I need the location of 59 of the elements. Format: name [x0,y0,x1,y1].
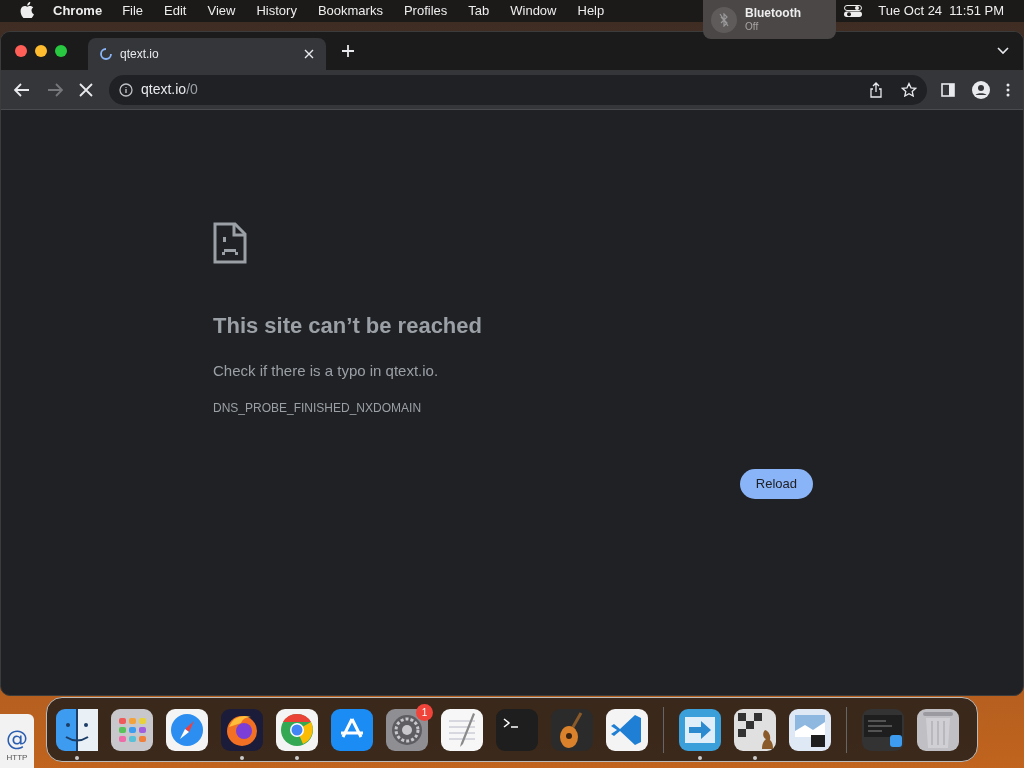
browser-tab[interactable]: qtext.io [88,38,326,70]
guitar-icon[interactable] [551,708,593,751]
more-menu-icon[interactable] [1006,82,1010,97]
photo-viewer-icon[interactable] [789,708,831,751]
close-tab-icon[interactable] [304,49,314,59]
notification-badge: 1 [416,703,433,721]
window-thumbnail-icon[interactable] [862,708,904,751]
tab-search-icon[interactable] [997,47,1009,55]
menu-item[interactable]: View [207,1,236,21]
notification-title: Bluetooth [745,5,801,21]
error-message: Check if there is a typo in qtext.io. [213,361,440,381]
control-center-icon[interactable] [844,5,863,17]
app-store-icon[interactable] [331,708,373,751]
app-menu[interactable]: Chrome [53,1,103,21]
forward-icon[interactable] [47,82,63,97]
reload-button[interactable]: Reload [739,468,813,499]
site-info-icon[interactable] [119,82,133,97]
apple-icon[interactable] [20,2,34,18]
chess-board-icon[interactable] [734,708,776,751]
smiling-face-app-icon[interactable] [56,708,98,751]
side-panel-icon[interactable] [941,82,955,97]
menu-bar-clock: Tue Oct 24 11:51 PM [878,2,1004,21]
menu-item[interactable]: Bookmarks [317,1,383,21]
menu-item[interactable]: History [256,1,297,21]
back-icon[interactable] [14,82,30,97]
menu-item[interactable]: Edit [164,1,187,21]
new-tab-icon[interactable] [341,44,355,58]
terminal-icon[interactable] [496,708,538,751]
menu-item[interactable]: File [122,1,144,21]
minimize-window-button[interactable] [35,45,47,57]
desktop-file-icon[interactable]: @ HTTP [0,714,34,768]
zoom-window-button[interactable] [55,45,67,57]
error-code: DNS_PROBE_FINISHED_NXDOMAIN [213,399,423,417]
bookmark-star-icon[interactable] [901,81,917,98]
trash-icon[interactable] [917,708,959,751]
gear-icon[interactable] [386,708,428,751]
bluetooth-icon [711,6,737,33]
tab-title: qtext.io [120,46,160,63]
profile-icon[interactable] [972,80,990,99]
url-text: qtext.io/0 [141,80,199,99]
notepad-pen-icon[interactable] [441,708,483,751]
menu-item[interactable]: Profiles [403,1,448,21]
loading-spinner-icon [100,48,112,60]
close-window-button[interactable] [15,45,27,57]
compass-icon[interactable] [166,708,208,751]
address-bar[interactable]: qtext.io/0 [109,74,927,105]
share-icon[interactable] [869,81,883,98]
error-title: This site can’t be reached [213,312,483,340]
stop-loading-icon[interactable] [79,82,93,97]
notification-subtitle: Off [745,20,760,34]
browser-app-icon[interactable] [276,708,318,751]
fox-globe-icon[interactable] [221,708,263,751]
sad-page-icon [213,222,247,264]
menu-item[interactable]: Help [577,1,605,21]
app-grid-icon[interactable] [111,708,153,751]
code-editor-icon[interactable] [606,708,648,751]
arrow-window-icon[interactable] [679,708,721,751]
menu-item[interactable]: Window [510,1,557,21]
menu-item[interactable]: Tab [468,1,490,21]
